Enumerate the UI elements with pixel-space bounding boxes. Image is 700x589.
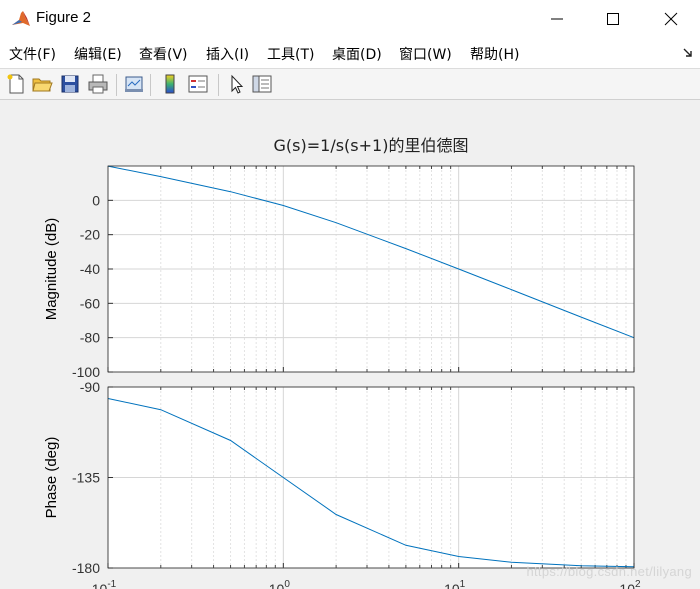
menu-insert[interactable]: 插入(I) — [206, 44, 249, 64]
magnitude-ytick-label: -40 — [80, 261, 100, 277]
magnitude-ytick-label: -100 — [72, 364, 100, 380]
xtick-label: 101 — [444, 579, 466, 589]
colorbar-icon[interactable] — [158, 72, 182, 96]
link-plot-icon[interactable] — [122, 72, 146, 96]
menu-help[interactable]: 帮助(H) — [470, 44, 519, 64]
xtick-label: 10-1 — [92, 579, 117, 589]
menu-tools[interactable]: 工具(T) — [267, 44, 314, 64]
title-bar: Figure 2 — [0, 0, 700, 39]
xtick-label: 100 — [269, 579, 291, 589]
phase-ytick-label: -180 — [72, 560, 100, 576]
toolbar-separator — [150, 74, 151, 96]
figure-canvas: G(s)=1/s(s+1)的里伯德图 0 -20 -40 -60 -80 -100 Magni… — [0, 100, 700, 589]
menu-bar: 文件(F) 编辑(E) 查看(V) 插入(I) 工具(T) 桌面(D) 窗口(W… — [0, 38, 700, 69]
figure-toolbar — [0, 69, 700, 100]
magnitude-ylabel: Magnitude (dB) — [43, 218, 60, 321]
save-icon[interactable] — [58, 72, 82, 96]
new-figure-icon[interactable] — [4, 72, 28, 96]
dock-arrow-icon[interactable] — [682, 46, 694, 58]
magnitude-ytick-label: 0 — [92, 192, 100, 208]
magnitude-ytick-label: -80 — [80, 330, 100, 346]
watermark: https://blog.csdn.net/lilyang — [526, 564, 692, 579]
matlab-logo-icon — [12, 11, 30, 26]
property-editor-icon[interactable] — [250, 72, 274, 96]
magnitude-ytick-label: -60 — [80, 295, 100, 311]
minimize-icon — [551, 18, 563, 20]
magnitude-ytick-label: -20 — [80, 227, 100, 243]
phase-ylabel: Phase (deg) — [43, 437, 60, 519]
plot-title: G(s)=1/s(s+1)的里伯德图 — [274, 136, 469, 155]
menu-view[interactable]: 查看(V) — [139, 44, 188, 64]
pointer-icon[interactable] — [224, 72, 248, 96]
close-icon — [664, 12, 678, 26]
close-button[interactable] — [648, 0, 694, 38]
window-title: Figure 2 — [36, 9, 92, 26]
print-icon[interactable] — [86, 72, 110, 96]
phase-ytick-label: -90 — [80, 379, 100, 395]
maximize-icon — [607, 13, 619, 25]
menu-edit[interactable]: 编辑(E) — [74, 44, 122, 64]
toolbar-separator — [116, 74, 117, 96]
menu-desktop[interactable]: 桌面(D) — [332, 44, 382, 64]
menu-file[interactable]: 文件(F) — [9, 44, 56, 64]
bode-plot: G(s)=1/s(s+1)的里伯德图 0 -20 -40 -60 -80 -100 Magni… — [43, 136, 641, 589]
open-file-icon[interactable] — [30, 72, 54, 96]
phase-ytick-label: -135 — [72, 470, 100, 486]
minimize-button[interactable] — [534, 0, 580, 38]
toolbar-separator — [218, 74, 219, 96]
maximize-button[interactable] — [590, 0, 636, 38]
xtick-label: 102 — [619, 579, 641, 589]
legend-icon[interactable] — [186, 72, 210, 96]
menu-window[interactable]: 窗口(W) — [399, 44, 452, 64]
